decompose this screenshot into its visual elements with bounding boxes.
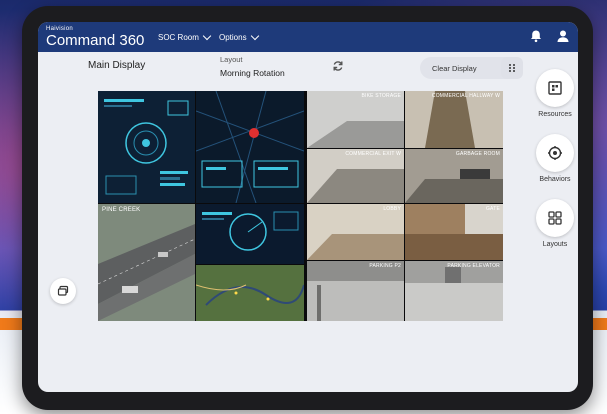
windows-icon [57, 285, 69, 296]
camera-image-icon [405, 149, 503, 203]
terrain-map-icon [196, 265, 304, 321]
layout-label: Layout [220, 55, 243, 64]
map-grid-icon [196, 91, 304, 203]
camera-tile-bike-storage[interactable]: BIKE STORAGE [307, 91, 404, 148]
camera-label: PARKING ELEVATOR [447, 263, 500, 269]
top-bar: Haivision Command 360 SOC Room Options [38, 22, 578, 52]
camera-tile-garbage-room[interactable]: GARBAGE ROOM [405, 149, 503, 203]
chevron-down-icon [202, 31, 212, 41]
video-wall[interactable]: PINE CREEK BIKE STORAGE COMMERCIAL HALLW… [98, 91, 503, 321]
camera-image-icon [307, 261, 404, 321]
camera-label: COMMERCIAL HALLWAY W [431, 93, 500, 99]
resources-label: Resources [538, 111, 572, 118]
camera-tile-gate[interactable]: GATE [405, 204, 503, 260]
dashboard-tile-2[interactable] [196, 91, 304, 203]
chevron-down-icon [250, 31, 259, 41]
app-screen: Haivision Command 360 SOC Room Options M… [38, 22, 578, 392]
camera-image-icon [307, 149, 404, 203]
camera-tile-commercial-hallway[interactable]: COMMERCIAL HALLWAY W [405, 91, 503, 148]
dashboard-graphics-icon [104, 99, 189, 195]
camera-label: GARBAGE ROOM [455, 151, 500, 157]
sidebar-item-behaviors[interactable]: Behaviors [535, 134, 575, 183]
sidebar-item-resources[interactable]: Resources [535, 69, 575, 118]
sidebar-item-layouts[interactable]: Layouts [535, 199, 575, 248]
menu-soc-room[interactable]: SOC Room [158, 31, 212, 42]
behaviors-icon [548, 146, 562, 160]
user-icon[interactable] [556, 29, 570, 43]
highway-camera-tile[interactable]: PINE CREEK [98, 204, 195, 321]
behaviors-button[interactable] [536, 134, 574, 172]
page-title: Main Display [88, 60, 146, 71]
more-options-button[interactable] [501, 57, 523, 79]
radar-icon [202, 211, 299, 251]
camera-label: BIKE STORAGE [361, 93, 401, 99]
layouts-button[interactable] [536, 199, 574, 237]
layouts-icon [548, 211, 562, 225]
camera-tile-parking-elevator[interactable]: PARKING ELEVATOR [405, 261, 503, 321]
menu-options-label: Options [219, 33, 247, 42]
dashboard-tile-3[interactable] [196, 204, 304, 264]
camera-tile-commercial-exit[interactable]: COMMERCIAL EXIT W [307, 149, 404, 203]
terrain-map-tile[interactable] [196, 265, 304, 321]
camera-label: GATE [485, 206, 500, 212]
camera-image-icon [307, 204, 404, 260]
dashboard-tile-1[interactable] [98, 91, 195, 203]
layouts-label: Layouts [542, 241, 568, 248]
camera-image-icon [405, 204, 503, 260]
map-caption: PINE CREEK [102, 207, 141, 213]
behaviors-label: Behaviors [539, 176, 571, 183]
bell-icon[interactable] [529, 29, 543, 43]
highway-image-icon [98, 204, 195, 321]
camera-image-icon [307, 91, 404, 148]
dots-grid-icon [509, 64, 515, 72]
clear-display-label: Clear Display [432, 63, 477, 73]
camera-image-icon [405, 261, 503, 321]
toolbar: Main Display Layout Morning Rotation Cle… [38, 52, 578, 84]
camera-image-icon [405, 91, 503, 148]
resources-button[interactable] [536, 69, 574, 107]
minimize-button[interactable] [50, 278, 76, 304]
layout-name[interactable]: Morning Rotation [220, 68, 285, 78]
resources-icon [548, 81, 562, 95]
camera-label: COMMERCIAL EXIT W [345, 151, 401, 157]
camera-tile-lobby[interactable]: LOBBY [307, 204, 404, 260]
app-title: Command 360 [46, 32, 145, 49]
camera-label: PARKING P2 [369, 263, 401, 269]
camera-label: LOBBY [383, 206, 401, 212]
refresh-icon[interactable] [332, 60, 344, 72]
menu-soc-room-label: SOC Room [158, 33, 199, 42]
camera-tile-parking-p2[interactable]: PARKING P2 [307, 261, 404, 321]
menu-options[interactable]: Options [219, 31, 259, 42]
